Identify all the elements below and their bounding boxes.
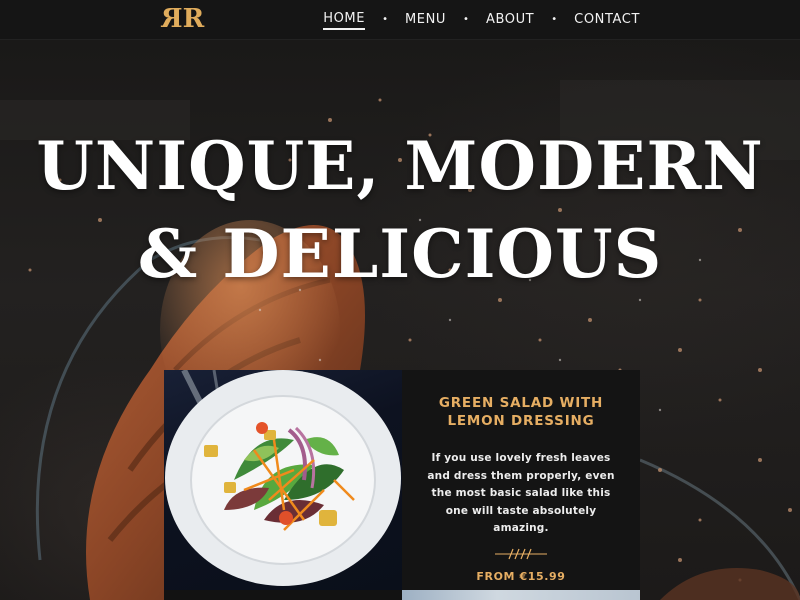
logo-letter-mirrored: R: [164, 4, 183, 34]
nav-link-about[interactable]: ABOUT: [486, 11, 534, 29]
ornament-divider-icon: [495, 548, 547, 559]
dish-price: FROM €15.99: [476, 569, 566, 583]
featured-dish-details: GREEN SALAD WITH LEMON DRESSING If you u…: [402, 370, 640, 600]
hero-headline-line-2: & DELICIOUS: [137, 215, 663, 293]
nav-link-home[interactable]: HOME: [323, 10, 366, 30]
next-card-dark-strip: [164, 590, 402, 600]
hero-headline-line-1: UNIQUE, MODERN: [36, 127, 764, 205]
nav-link-menu[interactable]: MENU: [405, 11, 446, 29]
nav-separator: •: [551, 14, 558, 25]
salad-photo[interactable]: [164, 370, 402, 590]
nav-separator: •: [463, 14, 469, 25]
salad-plate-illustration: [165, 370, 401, 586]
nav-separator: •: [382, 14, 388, 25]
hero-headline: UNIQUE, MODERN & DELICIOUS: [0, 122, 800, 298]
dish-description: If you use lovely fresh leaves and dress…: [427, 452, 615, 534]
featured-dish-card[interactable]: GREEN SALAD WITH LEMON DRESSING If you u…: [164, 370, 640, 600]
brand-logo[interactable]: RR: [164, 4, 205, 34]
main-nav: HOME • MENU • ABOUT • CONTACT: [323, 0, 640, 40]
top-navbar: RR HOME • MENU • ABOUT • CONTACT: [0, 0, 800, 40]
nav-link-contact[interactable]: CONTACT: [574, 11, 640, 29]
next-card-photo-strip[interactable]: [402, 590, 640, 600]
logo-letter: R: [182, 4, 205, 34]
dish-title[interactable]: GREEN SALAD WITH LEMON DRESSING: [402, 394, 640, 430]
